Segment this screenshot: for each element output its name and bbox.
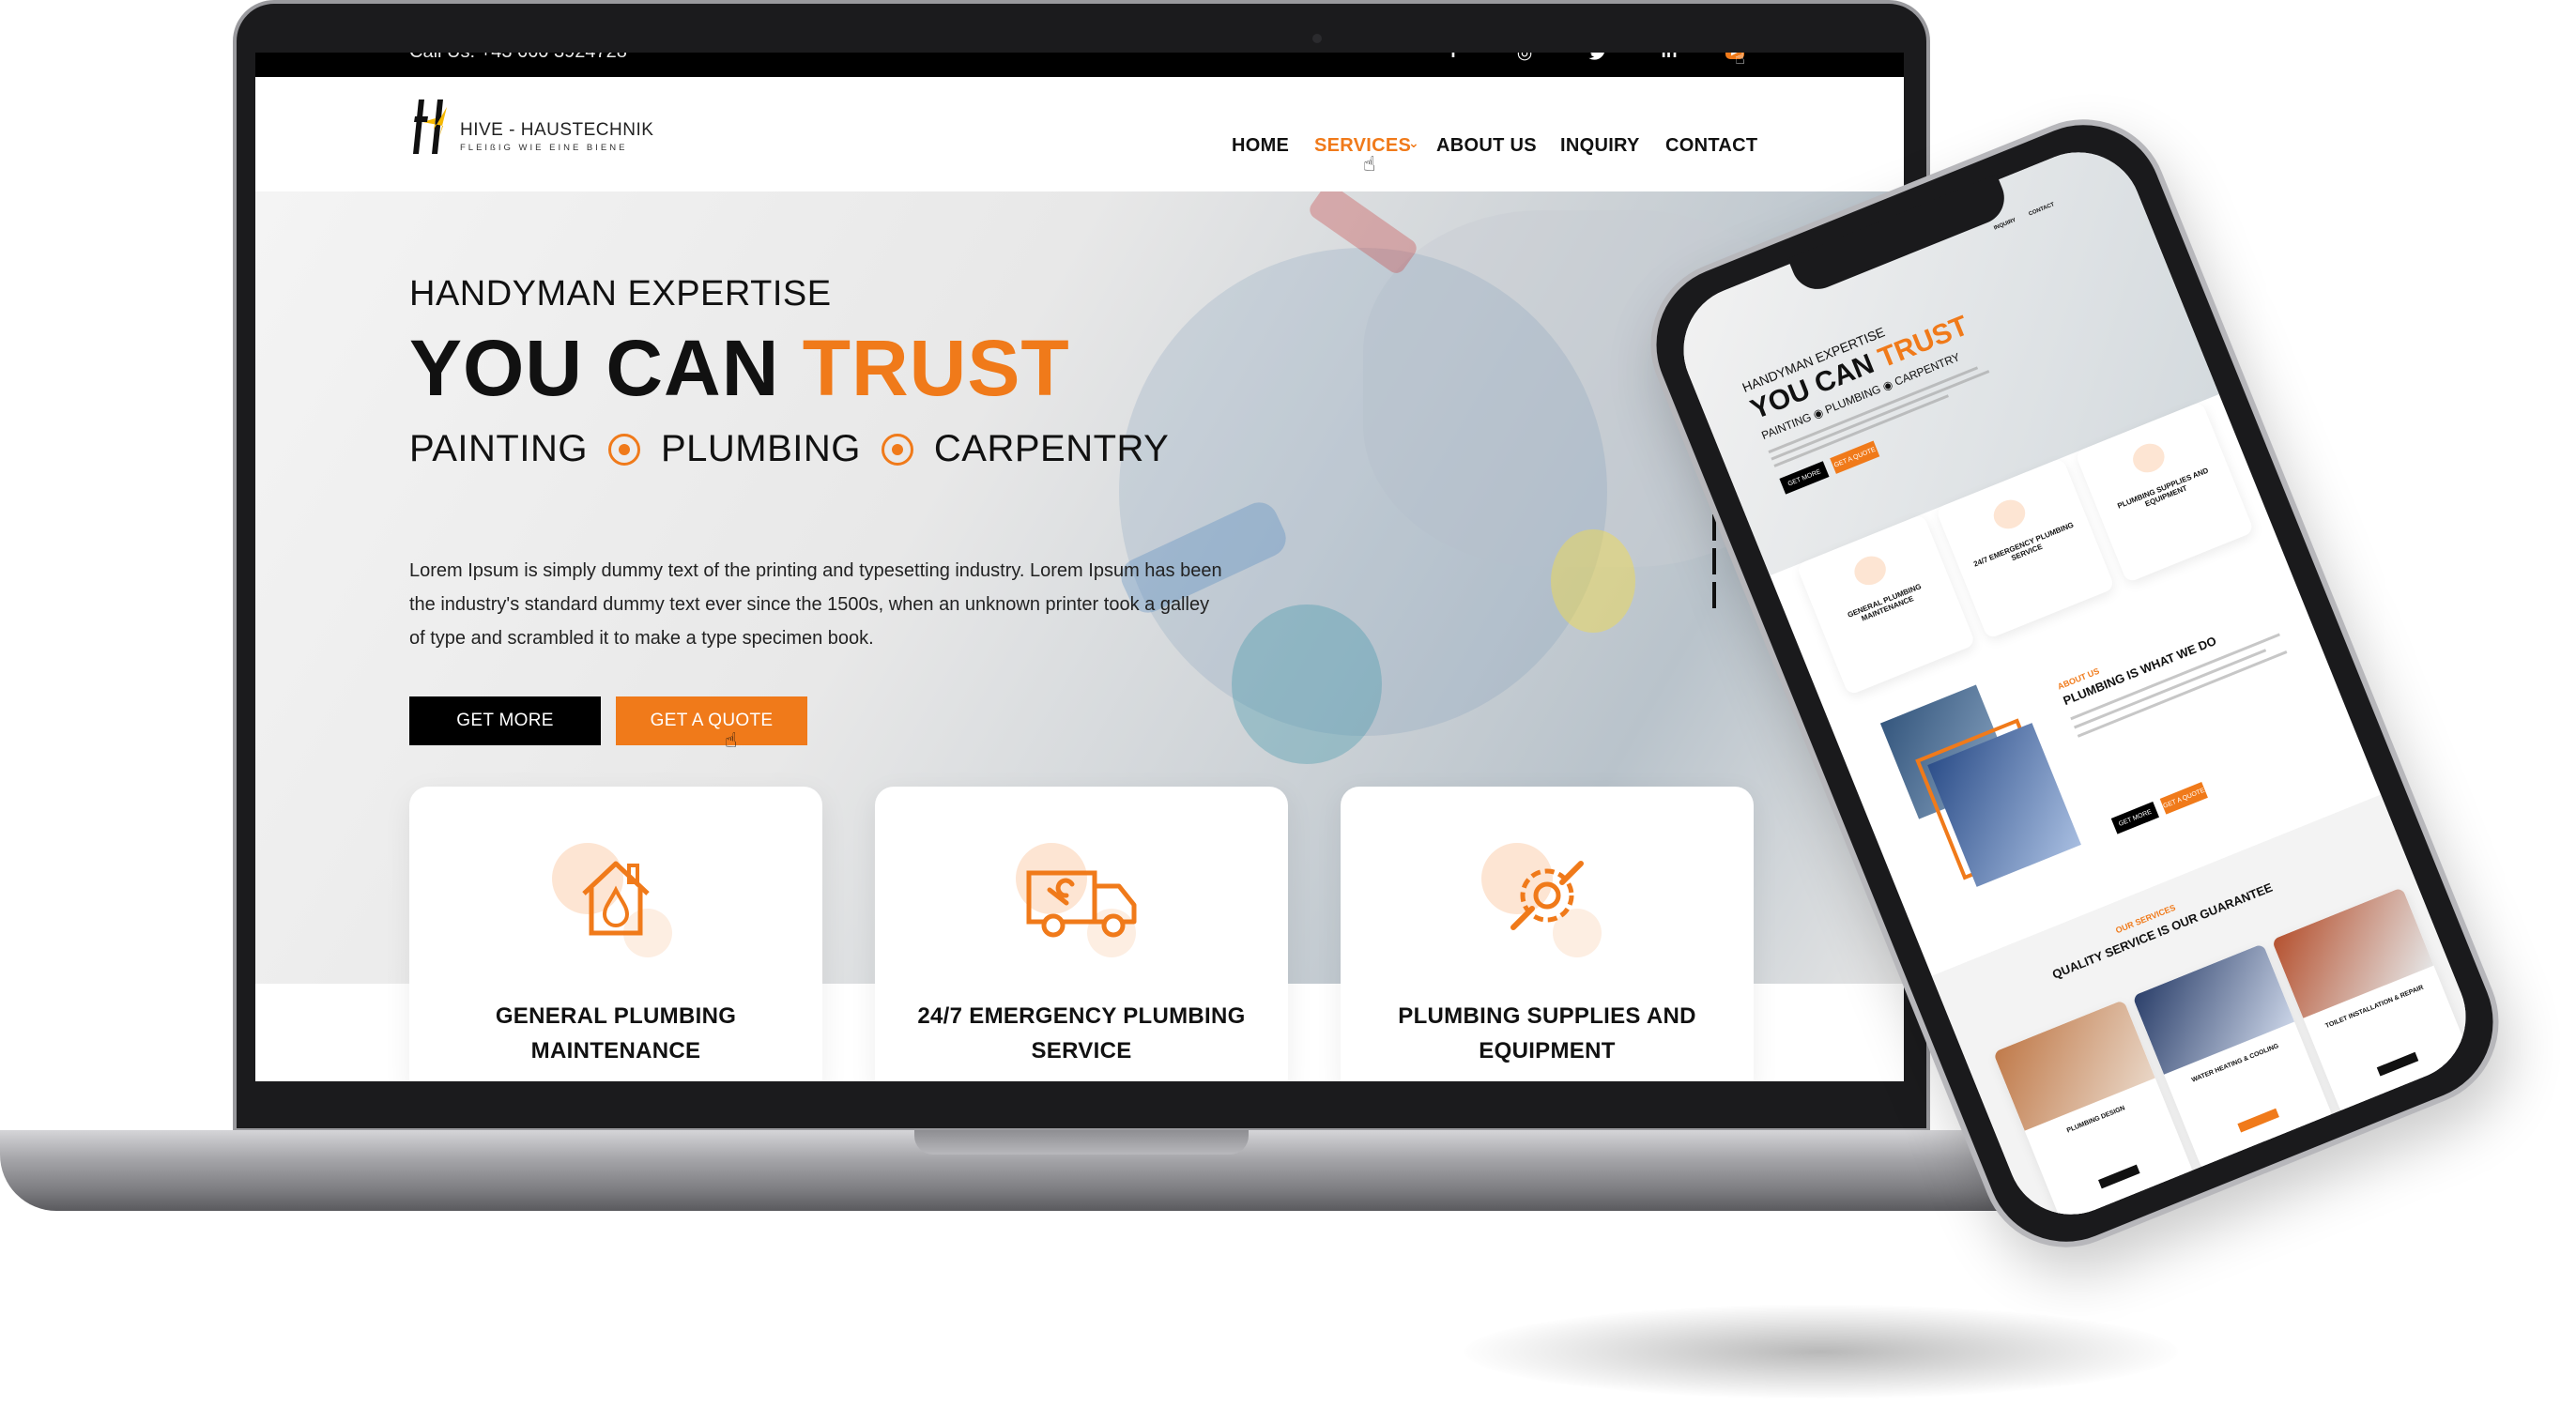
hero-services-list: PAINTING PLUMBING CARPENTRY bbox=[409, 428, 1169, 470]
hero-service-painting: PAINTING bbox=[409, 428, 588, 469]
hero-title-main: YOU CAN bbox=[409, 324, 780, 412]
phone-nav-contact[interactable]: CONTACT bbox=[2028, 202, 2055, 217]
van-wrench-icon bbox=[1989, 495, 2030, 534]
instagram-icon[interactable]: ◎ bbox=[1510, 53, 1540, 68]
get-a-quote-button[interactable]: GET A QUOTE bbox=[616, 696, 807, 745]
gear-wrench-icon bbox=[1510, 861, 1584, 930]
slider-indicator[interactable] bbox=[1712, 582, 1716, 608]
phone-service-card-button[interactable] bbox=[2237, 1108, 2279, 1133]
service-card[interactable]: 24/7 EMERGENCY PLUMBING SERVICE bbox=[875, 787, 1288, 1081]
device-shadow bbox=[1464, 1305, 2178, 1399]
bullet-ring-icon bbox=[607, 433, 640, 466]
hero-description: Lorem Ipsum is simply dummy text of the … bbox=[409, 560, 1222, 649]
slider-indicator[interactable] bbox=[1712, 548, 1716, 574]
hero-background-shape bbox=[1551, 529, 1635, 633]
house-water-drop-icon bbox=[582, 861, 650, 936]
phone-about-get-a-quote-button[interactable]: GET A QUOTE bbox=[2159, 782, 2208, 815]
phone-get-a-quote-button[interactable]: GET A QUOTE bbox=[1830, 440, 1880, 474]
service-card[interactable]: GENERAL PLUMBING MAINTENANCE bbox=[409, 787, 822, 1081]
twitter-icon-svg bbox=[1588, 53, 1604, 60]
gear-wrench-icon bbox=[2128, 438, 2170, 478]
phone-service-card-button[interactable] bbox=[2376, 1051, 2419, 1077]
phone-service-card-title: GENERAL PLUMBING MAINTENANCE bbox=[1846, 582, 1923, 623]
hero-service-plumbing: PLUMBING bbox=[660, 428, 861, 469]
phone-service-card-button[interactable] bbox=[2098, 1164, 2140, 1189]
hive-logo-icon[interactable] bbox=[409, 98, 451, 156]
laptop-screen: Call Us: +43 660 3924728 f ◎ in ▶ ☝ HIVE… bbox=[255, 53, 1904, 1081]
phone-get-more-button[interactable]: GET MORE bbox=[1779, 461, 1830, 495]
hero-background-shape bbox=[1232, 604, 1382, 764]
laptop-camera bbox=[1312, 34, 1322, 43]
house-water-drop-icon bbox=[1849, 551, 1891, 590]
facebook-icon[interactable]: f bbox=[1438, 53, 1468, 68]
twitter-icon[interactable] bbox=[1583, 53, 1613, 68]
service-card-title: GENERAL PLUMBING MAINTENANCE bbox=[495, 1003, 737, 1063]
hero-title: YOU CAN TRUST bbox=[409, 323, 1070, 414]
hero-service-carpentry: CARPENTRY bbox=[933, 428, 1170, 469]
nav-inquiry[interactable]: INQUIRY bbox=[1560, 135, 1640, 157]
phone-service-card-title: 24/7 EMERGENCY PLUMBING SERVICE bbox=[1972, 520, 2076, 569]
nav-contact[interactable]: CONTACT bbox=[1665, 135, 1757, 157]
pointer-cursor-icon: ☝ bbox=[1363, 152, 1376, 176]
service-card-title: 24/7 EMERGENCY PLUMBING SERVICE bbox=[917, 1003, 1246, 1063]
get-more-button[interactable]: GET MORE bbox=[409, 696, 601, 745]
call-us-text: Call Us: +43 660 3924728 bbox=[409, 53, 627, 63]
chevron-down-icon: ⌄ bbox=[1408, 135, 1420, 150]
nav-home[interactable]: HOME bbox=[1232, 135, 1289, 157]
hero-kicker: HANDYMAN EXPERTISE bbox=[409, 274, 832, 314]
van-wrench-icon bbox=[1026, 870, 1137, 938]
brand-title: HIVE - HAUSTECHNIK bbox=[460, 120, 654, 140]
phone-text-line bbox=[2077, 650, 2288, 738]
phone-text-line bbox=[2070, 633, 2280, 721]
phone-nav-inquiry[interactable]: INQUIRY bbox=[1993, 218, 2016, 232]
pointer-cursor-icon: ☝ bbox=[725, 728, 738, 752]
laptop-hinge-notch bbox=[914, 1130, 1249, 1155]
bullet-ring-icon bbox=[881, 433, 913, 466]
service-card-title: PLUMBING SUPPLIES AND EQUIPMENT bbox=[1398, 1003, 1696, 1063]
hero-title-accent: TRUST bbox=[802, 324, 1070, 412]
nav-about-us[interactable]: ABOUT US bbox=[1436, 135, 1537, 157]
service-card[interactable]: PLUMBING SUPPLIES AND EQUIPMENT bbox=[1341, 787, 1754, 1081]
linkedin-icon[interactable]: in bbox=[1654, 53, 1684, 68]
main-navigation: HIVE - HAUSTECHNIK FLEIßIG WIE EINE BIEN… bbox=[255, 77, 1904, 191]
top-bar: Call Us: +43 660 3924728 f ◎ in ▶ ☝ bbox=[255, 53, 1904, 77]
brand-tagline: FLEIßIG WIE EINE BIENE bbox=[460, 143, 628, 153]
phone-about-get-more-button[interactable]: GET MORE bbox=[2110, 801, 2160, 834]
pointer-cursor-icon: ☝ bbox=[1735, 53, 1745, 68]
phone-service-card-title: PLUMBING SUPPLIES AND EQUIPMENT bbox=[2116, 466, 2210, 511]
